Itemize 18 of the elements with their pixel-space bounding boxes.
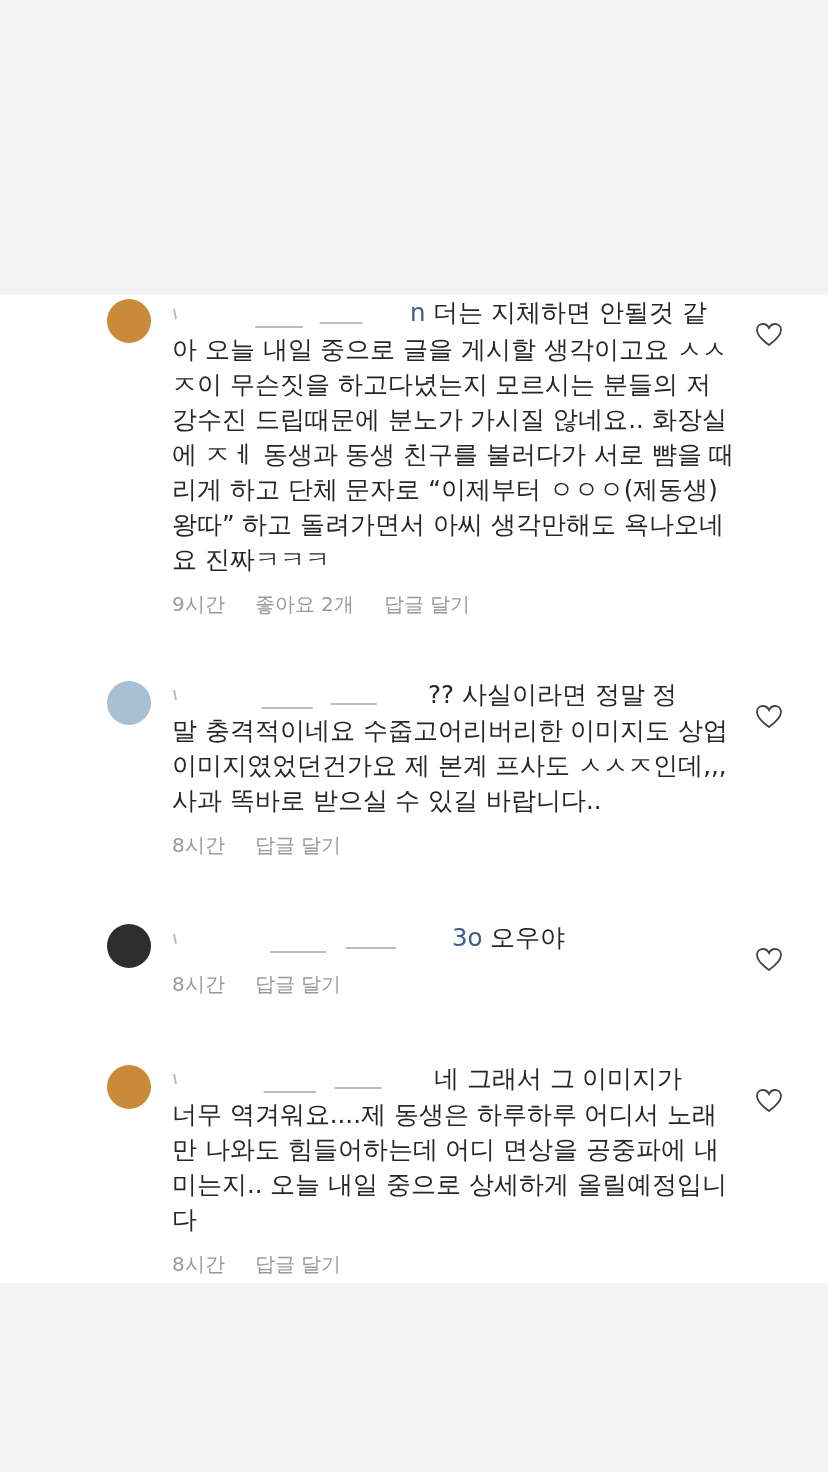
comment-text: ?? 사실이라면 정말 정 말 충격적이네요 수줍고어리버리한 이미지도 상업 이미지였었던건가요 제 본계 프사도 ㅅㅅㅈ인데,,, 사과 똑바로 받으실 수 있길 바랍니다..: [172, 678, 730, 817]
heart-icon[interactable]: [756, 1088, 782, 1113]
comment-text: n 더는 지체하면 안될것 같 아 오늘 내일 중으로 글을 게시할 생각이고요 ㅅㅅ ㅈ이 무슨짓을 하고다녔는지 모르시는 분들의 저 강수진 드립때문에 분노가 가시질 않네요.. 화장실 에 ㅈㅔ 동생과 동생 친구를 불러다가 서로 뺨을 때 리게 하고 단체 문자로 “이제부터 ㅇㅇㅇ(제동생) 왕따” 하고 돌려가면서 아씨 생각만해도 욕나오네 요 진짜ㅋㅋㅋ: [172, 297, 736, 576]
comment-time: 8시간: [172, 970, 225, 998]
reply-link[interactable]: 답글 달기: [254, 968, 342, 999]
reply-link[interactable]: 답글 달기: [254, 1249, 342, 1279]
reply-link[interactable]: 답글 달기: [254, 830, 342, 860]
avatar[interactable]: [107, 924, 151, 968]
comment-time: 8시간: [172, 1251, 225, 1278]
comment-time: 8시간: [172, 832, 225, 859]
comment-text: 3o 오우야: [172, 920, 742, 957]
like-count[interactable]: 좋아요 2개: [254, 588, 354, 619]
heart-icon[interactable]: [756, 704, 782, 729]
comment-text: 네 그래서 그 이미지가 너무 역겨워요....제 동생은 하루하루 어디서 노래 만 나와도 힘들어하는데 어디 면상을 공중파에 내 미는지.. 오늘 내일 중으로 상세하게 올릴예정입니 다: [172, 1062, 728, 1236]
heart-icon[interactable]: [756, 948, 782, 972]
comment-time: 9시간: [172, 590, 225, 618]
reply-link[interactable]: 답글 달기: [383, 588, 471, 619]
heart-icon[interactable]: [756, 323, 782, 347]
